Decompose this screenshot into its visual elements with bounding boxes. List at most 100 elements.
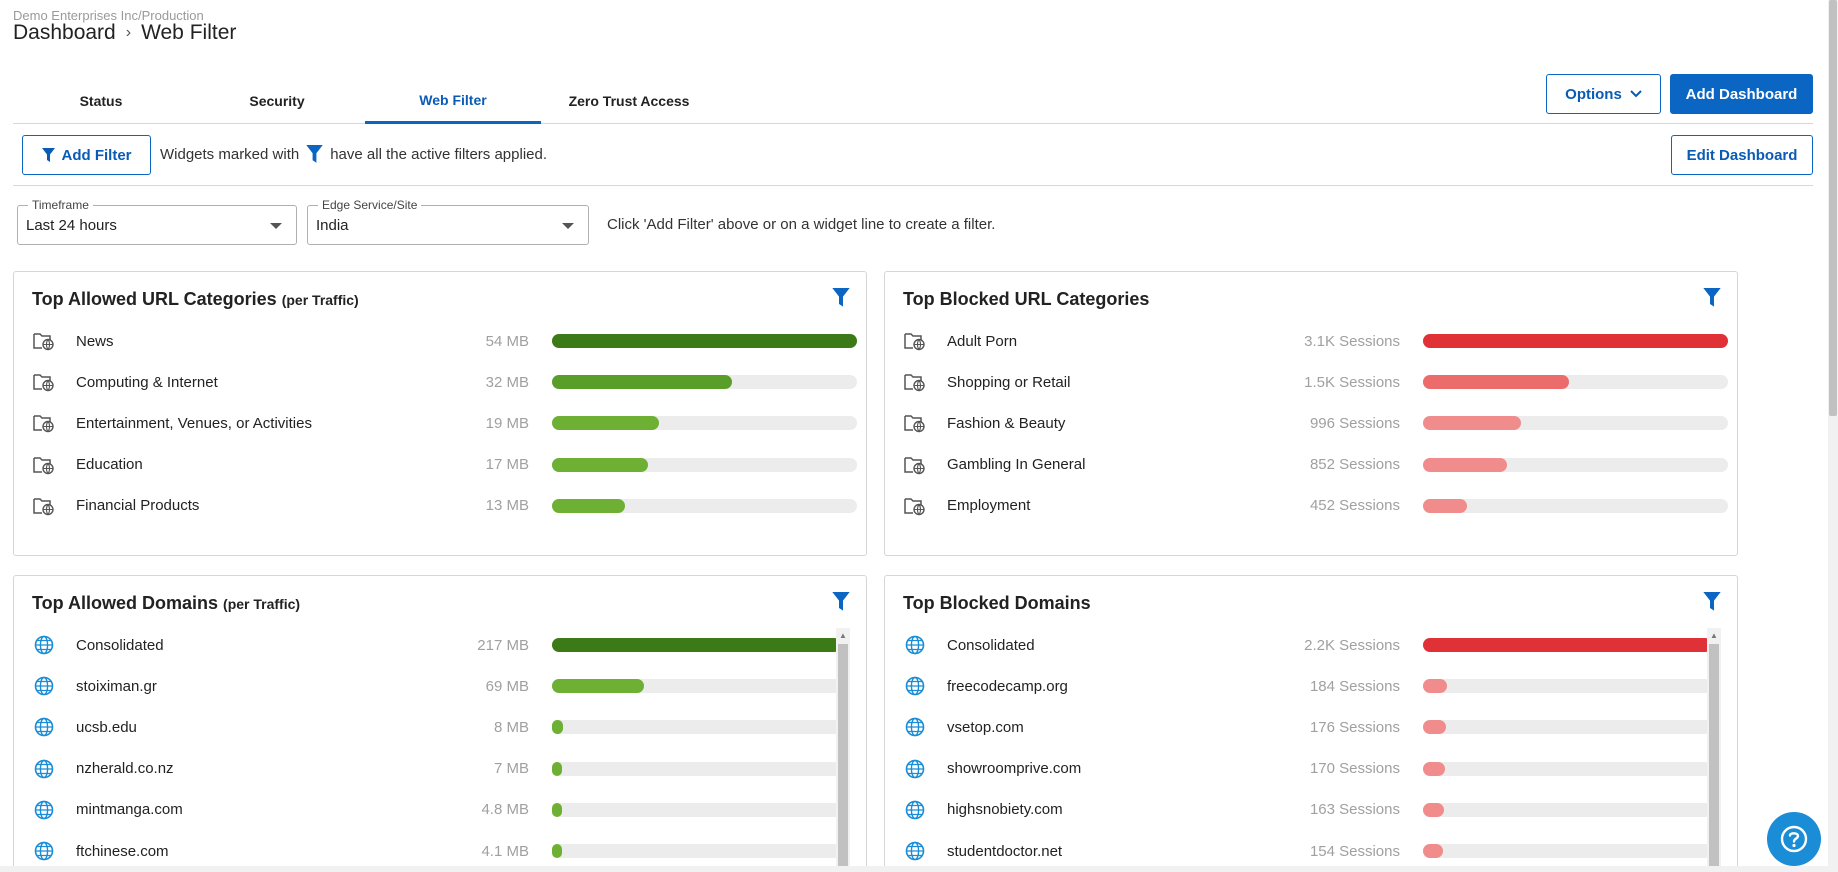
row-bar-track [552, 761, 841, 776]
filter-hint: Click 'Add Filter' above or on a widget … [607, 216, 996, 233]
widget-row[interactable]: Financial Products 13 MB [32, 494, 529, 518]
web-folder-icon [903, 411, 927, 435]
edit-dashboard-button[interactable]: Edit Dashboard [1671, 135, 1813, 175]
widget-row[interactable]: studentdoctor.net 154 Sessions [903, 839, 1400, 863]
widget-scrollbar-thumb[interactable] [1709, 644, 1719, 866]
row-label: News [76, 332, 114, 350]
page-scrollbar-thumb[interactable] [1829, 0, 1837, 416]
widget-top-blocked-url-categories: Top Blocked URL Categories Adult Porn 3.1K… [884, 271, 1738, 556]
breadcrumb-dashboard[interactable]: Dashboard [13, 21, 116, 45]
tab-zero-trust-access[interactable]: Zero Trust Access [541, 78, 717, 124]
globe-icon [903, 715, 927, 739]
filter-note-prefix: Widgets marked with [160, 146, 300, 163]
row-bar-track [1423, 498, 1728, 513]
site-select[interactable]: Edge Service/Site India [307, 198, 589, 245]
filter-note-suffix: have all the active filters applied. [330, 146, 548, 163]
globe-icon [903, 798, 927, 822]
row-value: 32 MB [485, 373, 529, 391]
row-bar-track [1423, 720, 1712, 735]
row-bar-track [1423, 416, 1728, 431]
row-label: Financial Products [76, 497, 200, 515]
web-folder-icon [903, 494, 927, 518]
widget-row[interactable]: Fashion & Beauty 996 Sessions [903, 411, 1400, 435]
funnel-icon[interactable] [832, 288, 850, 313]
globe-icon [32, 633, 56, 657]
funnel-icon[interactable] [1703, 288, 1721, 313]
globe-icon [32, 715, 56, 739]
row-value: 17 MB [485, 456, 529, 474]
row-label: stoiximan.gr [76, 677, 157, 695]
globe-icon [903, 633, 927, 657]
site-label: Edge Service/Site [318, 198, 422, 212]
timeframe-select[interactable]: Timeframe Last 24 hours [17, 198, 297, 245]
row-bar-track [1423, 334, 1728, 348]
row-bar-fill [552, 802, 562, 817]
row-label: freecodecamp.org [947, 677, 1068, 695]
widget-scrollbar-thumb[interactable] [838, 644, 848, 866]
row-bar-fill [552, 720, 563, 735]
row-bar-track [552, 416, 857, 431]
widget-title-text: Top Allowed URL Categories [32, 289, 277, 309]
widget-title: Top Blocked Domains [903, 593, 1091, 614]
widget-row[interactable]: Computing & Internet 32 MB [32, 370, 529, 394]
widget-row[interactable]: News 54 MB [32, 329, 529, 353]
row-label: Employment [947, 497, 1031, 515]
caret-down-icon [562, 223, 574, 229]
page-scrollbar[interactable] [1828, 0, 1838, 866]
add-filter-button[interactable]: Add Filter [22, 135, 151, 175]
row-bar-track [552, 457, 857, 472]
row-value: 170 Sessions [1309, 760, 1400, 778]
widget-row[interactable]: Employment 452 Sessions [903, 494, 1400, 518]
widget-row[interactable]: Gambling In General 852 Sessions [903, 453, 1400, 477]
widget-scrollbar[interactable]: ▲ [836, 628, 850, 866]
widget-row[interactable]: highsnobiety.com 163 Sessions [903, 798, 1400, 822]
widget-row[interactable]: showroomprive.com 170 Sessions [903, 757, 1400, 781]
row-bar-track [1423, 844, 1712, 858]
row-value: 69 MB [485, 677, 529, 695]
funnel-icon[interactable] [832, 592, 850, 617]
widget-row[interactable]: Consolidated 217 MB [32, 633, 529, 657]
widget-row[interactable]: nzherald.co.nz 7 MB [32, 757, 529, 781]
row-bar-track [552, 679, 841, 694]
options-button[interactable]: Options [1546, 74, 1661, 114]
widget-scrollbar[interactable]: ▲ [1707, 628, 1721, 866]
row-label: Gambling In General [947, 456, 1086, 474]
widget-row[interactable]: Shopping or Retail 1.5K Sessions [903, 370, 1400, 394]
horizontal-scrollbar[interactable] [0, 866, 1838, 872]
row-value: 176 Sessions [1309, 718, 1400, 736]
add-dashboard-button[interactable]: Add Dashboard [1670, 74, 1813, 114]
row-value: 13 MB [485, 497, 529, 515]
row-bar-fill [552, 334, 857, 348]
app-window: Demo Enterprises Inc/Production Dashboar… [0, 0, 1838, 872]
widget-row[interactable]: ucsb.edu 8 MB [32, 715, 529, 739]
widget-row[interactable]: mintmanga.com 4.8 MB [32, 798, 529, 822]
help-icon [1779, 824, 1809, 854]
page-title: Web Filter [141, 21, 237, 44]
tab-web-filter[interactable]: Web Filter [365, 78, 541, 124]
widget-title: Top Allowed URL Categories (per Traffic) [32, 289, 359, 310]
scroll-up-icon[interactable]: ▲ [836, 628, 850, 642]
tab-status[interactable]: Status [13, 78, 189, 124]
row-bar-fill [1423, 457, 1507, 472]
row-value: 54 MB [485, 332, 529, 350]
help-button[interactable] [1767, 812, 1821, 866]
widget-row[interactable]: stoiximan.gr 69 MB [32, 674, 529, 698]
row-bar-track [552, 802, 841, 817]
funnel-icon[interactable] [1703, 592, 1721, 617]
web-folder-icon [32, 453, 56, 477]
row-bar-track [1423, 638, 1712, 652]
widget-row[interactable]: ftchinese.com 4.1 MB [32, 839, 529, 863]
row-value: 996 Sessions [1309, 414, 1400, 432]
row-label: showroomprive.com [947, 760, 1082, 778]
widget-row[interactable]: vsetop.com 176 Sessions [903, 715, 1400, 739]
widget-row[interactable]: Education 17 MB [32, 453, 529, 477]
tab-security[interactable]: Security [189, 78, 365, 124]
globe-icon [903, 757, 927, 781]
widget-row[interactable]: Adult Porn 3.1K Sessions [903, 329, 1400, 353]
web-folder-icon [903, 329, 927, 353]
row-label: Education [76, 456, 143, 474]
widget-row[interactable]: Consolidated 2.2K Sessions [903, 633, 1400, 657]
scroll-up-icon[interactable]: ▲ [1707, 628, 1721, 642]
widget-row[interactable]: Entertainment, Venues, or Activities 19 M… [32, 411, 529, 435]
widget-row[interactable]: freecodecamp.org 184 Sessions [903, 674, 1400, 698]
